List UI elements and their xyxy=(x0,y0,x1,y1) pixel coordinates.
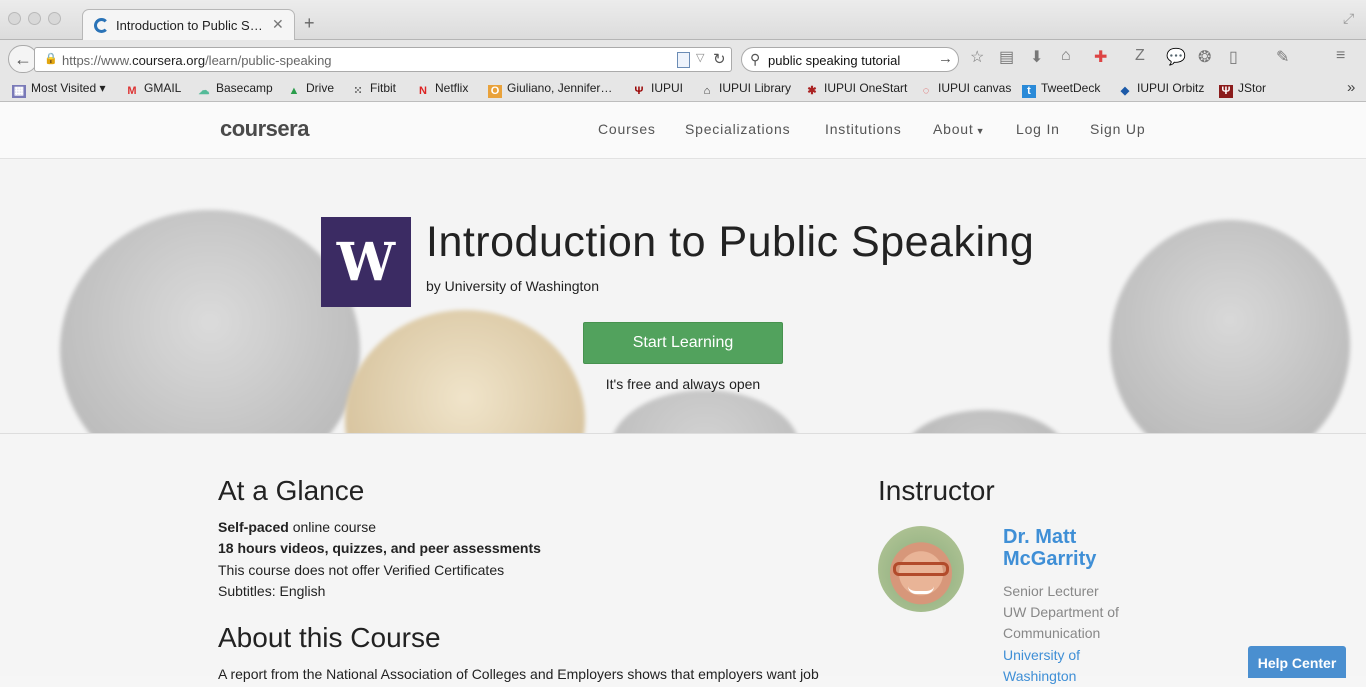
nav-about[interactable]: About ▼ xyxy=(933,121,985,137)
bookmark-iupui-canvas[interactable]: ◌ IUPUI canvas xyxy=(919,81,1012,98)
bookmark-iupui-library[interactable]: ⌂ IUPUI Library xyxy=(700,81,791,98)
chevron-down-icon[interactable]: ▽ xyxy=(696,51,704,64)
bookmark-gmail[interactable]: M GMAIL xyxy=(125,81,181,98)
instructor-heading: Instructor xyxy=(878,475,995,506)
bookmark-netflix[interactable]: N Netflix xyxy=(416,81,468,98)
bookmark-basecamp[interactable]: ☁ Basecamp xyxy=(197,81,273,98)
glance-certificate: This course does not offer Verified Cert… xyxy=(218,562,505,578)
coursera-favicon-icon xyxy=(94,18,109,33)
hero-overlay xyxy=(0,160,1366,433)
instructor-dept: UW Department of xyxy=(1003,604,1119,620)
page-content: coursera Courses Specializations Institu… xyxy=(0,102,1366,684)
site-header: coursera Courses Specializations Institu… xyxy=(0,102,1366,159)
bookmarks-bar: ▦ Most Visited ▾ M GMAIL ☁ Basecamp ▲ Drive … xyxy=(0,78,1366,102)
addon-red-icon[interactable]: ✚ xyxy=(1094,47,1107,67)
bookmark-star-icon[interactable]: ☆ xyxy=(970,47,984,67)
url-bar[interactable]: 🔒 https://www.coursera.org/learn/public-… xyxy=(34,47,732,72)
drive-icon: ▲ xyxy=(288,85,300,97)
outlook-icon: O xyxy=(488,85,502,98)
tweetdeck-icon: t xyxy=(1022,85,1036,98)
chat-icon[interactable]: 💬 xyxy=(1166,47,1186,67)
eyedropper-icon[interactable]: ✎ xyxy=(1276,47,1289,67)
browser-tab[interactable]: Introduction to Public Spe… ✕ xyxy=(82,9,295,41)
url-text: https://www.coursera.org/learn/public-sp… xyxy=(62,53,332,68)
instructor-dept-2: Communication xyxy=(1003,625,1101,641)
folder-icon: ▦ xyxy=(12,85,26,98)
instructor-role: Senior Lecturer xyxy=(1003,583,1099,599)
university-logo[interactable]: W xyxy=(321,217,411,307)
new-tab-button[interactable]: + xyxy=(304,13,315,34)
jstor-icon: Ψ xyxy=(1219,85,1233,98)
bookmark-iupui[interactable]: Ψ IUPUI xyxy=(632,81,683,98)
nav-specializations[interactable]: Specializations xyxy=(685,121,790,137)
basecamp-icon: ☁ xyxy=(198,85,210,97)
onestart-icon: ✱ xyxy=(807,85,817,97)
menu-icon[interactable]: ≡ xyxy=(1336,47,1345,65)
library-icon: ⌂ xyxy=(703,85,711,97)
search-go-icon[interactable]: → xyxy=(938,50,953,67)
glance-pace: Self-paced online course xyxy=(218,519,376,535)
nav-institutions[interactable]: Institutions xyxy=(825,121,902,137)
addon-gray-icon[interactable]: ❂ xyxy=(1198,47,1211,67)
fitbit-icon: ⁙ xyxy=(353,85,363,97)
search-icon: ⚲ xyxy=(750,51,761,67)
zotero-icon[interactable]: Z xyxy=(1135,47,1145,65)
search-input[interactable]: ⚲ public speaking tutorial → xyxy=(741,47,959,72)
instructor-university-link[interactable]: University of Washington xyxy=(1003,645,1113,687)
coursera-logo[interactable]: coursera xyxy=(220,116,309,142)
window-close-button[interactable] xyxy=(8,12,21,25)
instructor-name[interactable]: Dr. Matt McGarrity xyxy=(1003,526,1153,570)
bookmark-jstor[interactable]: Ψ JStor xyxy=(1219,81,1266,98)
nav-courses[interactable]: Courses xyxy=(598,121,656,137)
course-byline: by University of Washington xyxy=(426,278,599,294)
bookmark-drive[interactable]: ▲ Drive xyxy=(287,81,334,98)
glance-heading: At a Glance xyxy=(218,475,365,506)
bookmark-outlook[interactable]: O Giuliano, Jennifer… xyxy=(488,81,612,98)
nav-signup[interactable]: Sign Up xyxy=(1090,121,1145,137)
lock-icon: 🔒 xyxy=(44,53,58,65)
gmail-icon: M xyxy=(127,85,137,97)
course-title: Introduction to Public Speaking xyxy=(426,218,1035,266)
instructor-avatar[interactable] xyxy=(878,526,964,612)
fullscreen-icon[interactable]: ⤢ xyxy=(1343,10,1354,27)
tab-title: Introduction to Public Spe… xyxy=(116,18,266,33)
netflix-icon: N xyxy=(419,85,427,97)
canvas-icon: ◌ xyxy=(922,85,930,97)
help-center-button[interactable]: Help Center xyxy=(1248,646,1346,678)
nav-login[interactable]: Log In xyxy=(1016,121,1060,137)
tab-close-icon[interactable]: ✕ xyxy=(272,16,284,33)
browser-toolbar: ← 🔒 https://www.coursera.org/learn/publi… xyxy=(0,40,1366,78)
page-icon xyxy=(677,52,690,68)
glasses-shape xyxy=(893,562,949,576)
orbitz-icon: ◆ xyxy=(1120,85,1130,97)
about-heading: About this Course xyxy=(218,622,441,653)
bookmark-tweetdeck[interactable]: t TweetDeck xyxy=(1022,81,1100,98)
window-minimize-button[interactable] xyxy=(28,12,41,25)
start-learning-button[interactable]: Start Learning xyxy=(583,322,783,364)
bookmark-iupui-onestart[interactable]: ✱ IUPUI OneStart xyxy=(805,81,907,98)
course-hero-banner: W Introduction to Public Speaking by Uni… xyxy=(0,160,1366,434)
home-icon[interactable]: ⌂ xyxy=(1061,47,1071,65)
bookmark-fitbit[interactable]: ⁙ Fitbit xyxy=(351,81,396,98)
clipboard-icon[interactable]: ▯ xyxy=(1229,47,1238,67)
bookmarks-overflow-icon[interactable]: » xyxy=(1347,79,1355,96)
bookmark-most-visited[interactable]: ▦ Most Visited ▾ xyxy=(12,81,106,98)
bookmark-iupui-orbitz[interactable]: ◆ IUPUI Orbitz xyxy=(1118,81,1205,98)
downloads-icon[interactable]: ⬇ xyxy=(1030,47,1043,67)
window-zoom-button[interactable] xyxy=(48,12,61,25)
reload-icon[interactable]: ↻ xyxy=(713,50,726,68)
caret-down-icon: ▼ xyxy=(975,126,986,136)
browser-tab-bar: Introduction to Public Spe… ✕ + ⤢ xyxy=(0,0,1366,41)
cta-note: It's free and always open xyxy=(605,376,761,392)
glance-workload: 18 hours videos, quizzes, and peer asses… xyxy=(218,540,541,556)
iu-icon: Ψ xyxy=(634,85,644,97)
glance-subtitles: Subtitles: English xyxy=(218,583,326,599)
smile-shape xyxy=(908,586,934,594)
bookmarks-list-icon[interactable]: ▤ xyxy=(999,47,1014,67)
about-text: A report from the National Association o… xyxy=(218,666,819,682)
search-query: public speaking tutorial xyxy=(768,53,901,68)
